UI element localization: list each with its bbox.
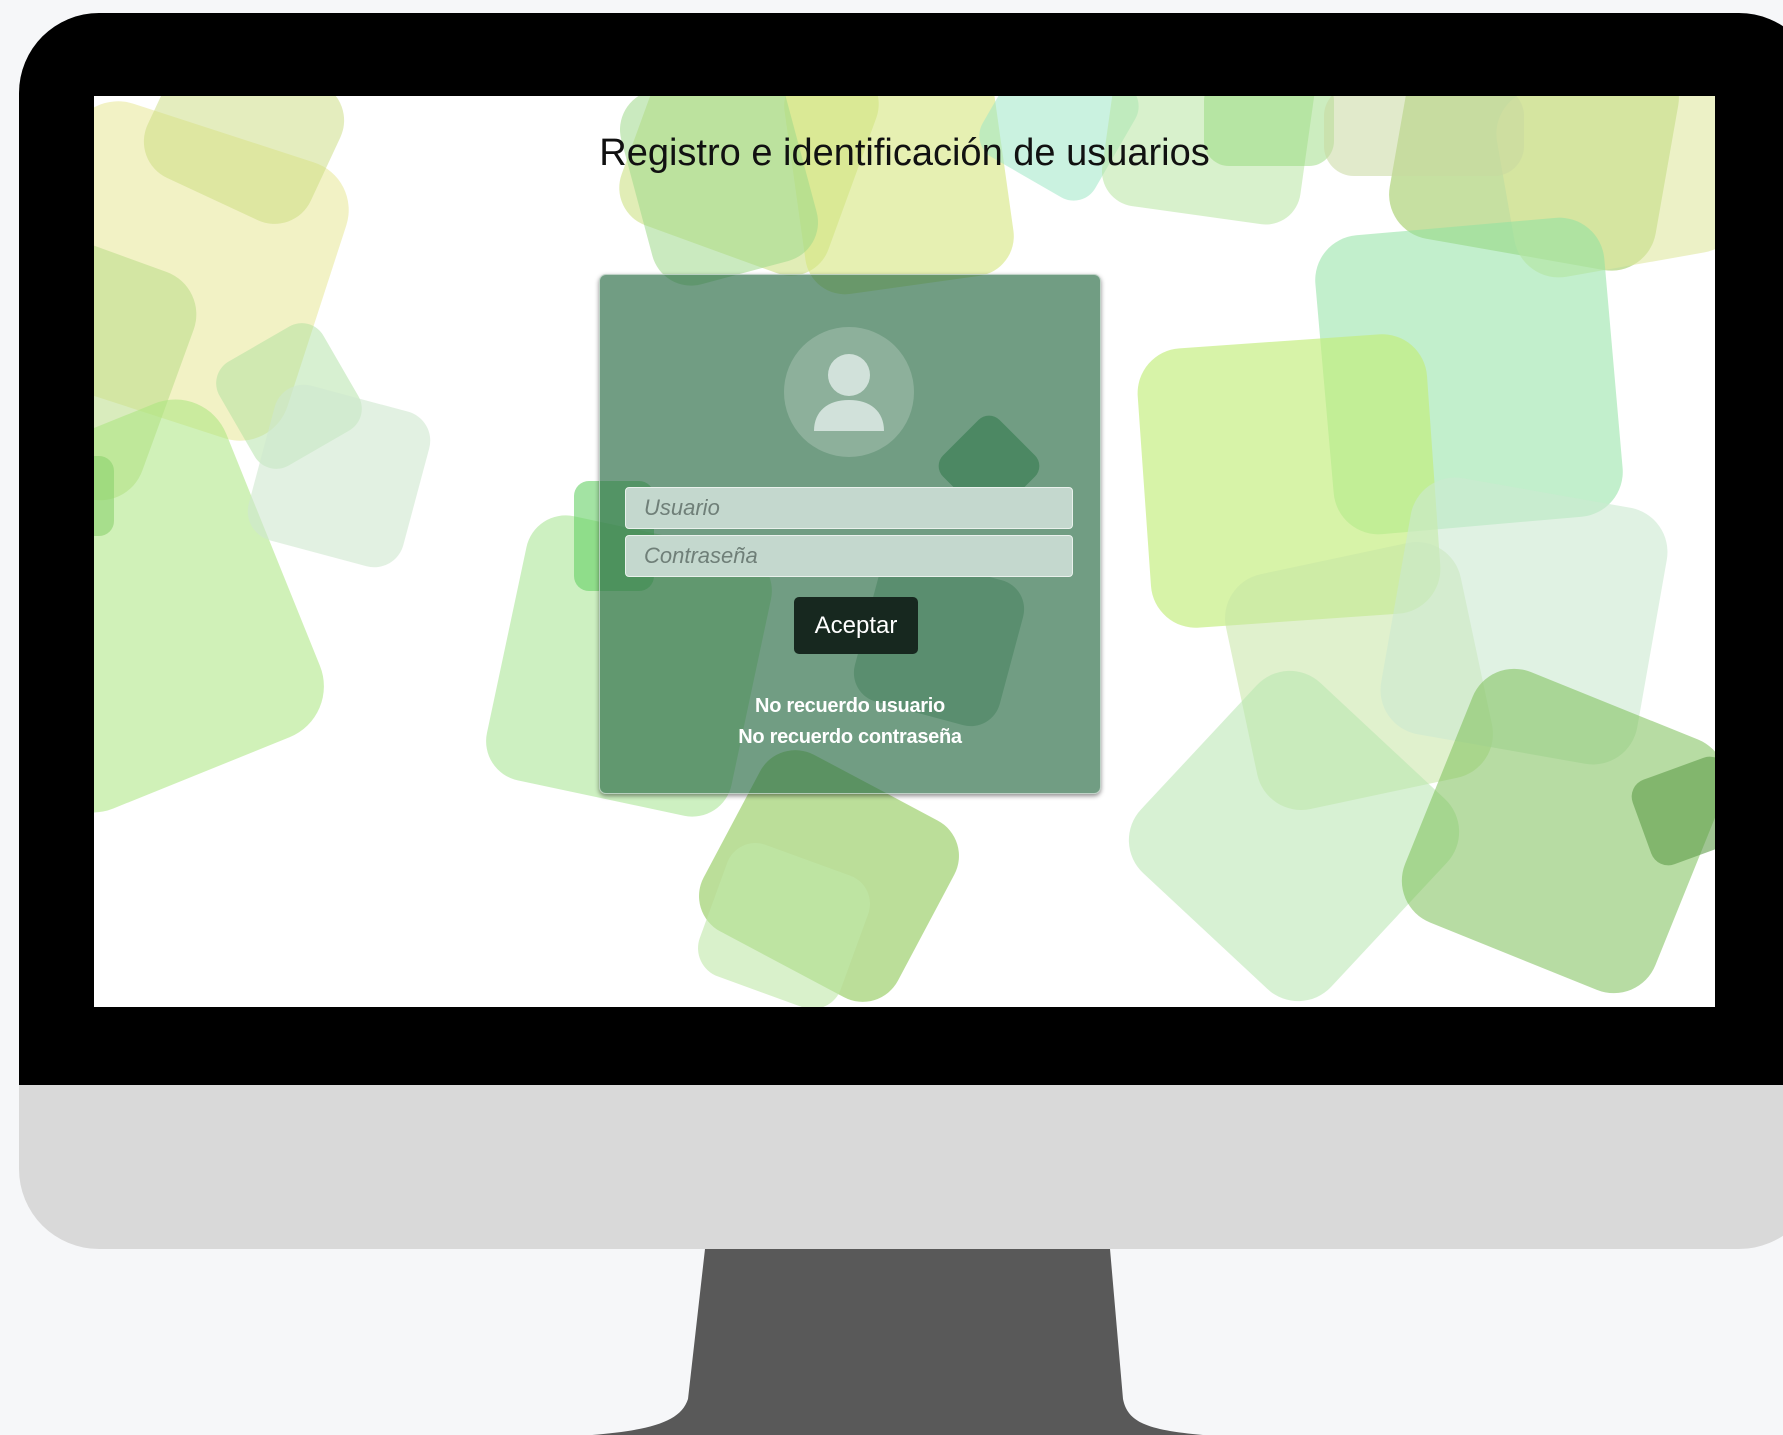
username-input[interactable]: [625, 487, 1073, 529]
password-input[interactable]: [625, 535, 1073, 577]
monitor-stand: [592, 1249, 1204, 1435]
monitor-chin: [19, 1085, 1783, 1249]
forgot-username-link[interactable]: No recuerdo usuario: [600, 695, 1100, 718]
submit-button[interactable]: Aceptar: [794, 597, 918, 654]
screen: Registro e identificación de usuarios Ac…: [94, 96, 1715, 1007]
avatar: [784, 327, 914, 457]
forgot-password-link[interactable]: No recuerdo contraseña: [600, 726, 1100, 749]
login-card: Aceptar No recuerdo usuario No recuerdo …: [599, 274, 1101, 794]
user-icon: [814, 354, 884, 431]
page-title: Registro e identificación de usuarios: [599, 132, 1210, 174]
